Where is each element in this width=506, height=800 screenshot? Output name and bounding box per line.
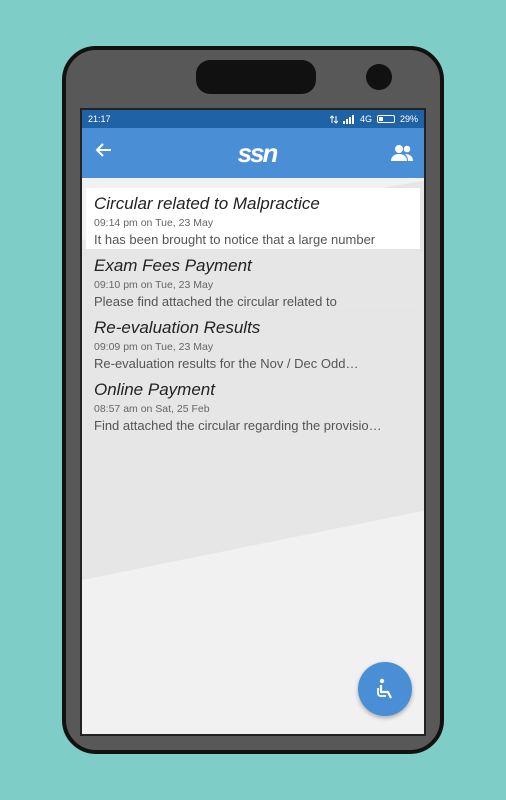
notice-time: 09:14 pm on Tue, 23 May	[94, 217, 214, 229]
camera	[366, 64, 392, 90]
notice-title: Circular related to Malpractice	[94, 194, 320, 213]
accessibility-icon	[377, 678, 392, 699]
app-bar: ssn	[82, 128, 424, 178]
notice-card[interactable]: Exam Fees Payment 09:10 pm on Tue, 23 Ma…	[86, 250, 420, 312]
notice-preview: Find attached the circular regarding the…	[94, 418, 382, 433]
status-time: 21:17	[88, 114, 111, 124]
notice-preview: Re-evaluation results for the Nov / Dec …	[94, 356, 359, 371]
status-bar: 21:17 4G 29%	[82, 110, 424, 128]
notice-title: Exam Fees Payment	[94, 256, 252, 275]
signal-icon	[342, 114, 354, 124]
app-logo: ssn	[237, 137, 279, 168]
notice-title: Online Payment	[94, 380, 215, 399]
battery-fill	[378, 117, 384, 121]
speaker	[196, 60, 316, 94]
phone-frame: 21:17 4G 29% ssn Circular related to Mal…	[62, 46, 444, 754]
arrow-left-icon	[95, 143, 111, 157]
accessibility-fab[interactable]	[358, 662, 412, 716]
network-label: 4G	[359, 114, 372, 124]
screen: 21:17 4G 29% ssn Circular related to Mal…	[80, 108, 426, 736]
notice-card[interactable]: Online Payment 08:57 am on Sat, 25 Feb F…	[86, 374, 420, 436]
notice-time: 09:10 pm on Tue, 23 May	[94, 279, 214, 291]
people-button[interactable]	[390, 144, 414, 162]
people-icon	[391, 145, 413, 161]
notice-title: Re-evaluation Results	[94, 318, 261, 337]
back-button[interactable]	[94, 140, 124, 166]
status-indicators: 4G 29%	[329, 114, 418, 124]
data-arrows-icon	[329, 114, 338, 124]
battery-percent: 29%	[399, 114, 418, 124]
battery-icon	[376, 115, 395, 123]
notice-time: 08:57 am on Sat, 25 Feb	[94, 403, 210, 415]
notice-time: 09:09 pm on Tue, 23 May	[94, 341, 214, 353]
notice-preview: It has been brought to notice that a lar…	[94, 232, 376, 247]
notice-card[interactable]: Re-evaluation Results 09:09 pm on Tue, 2…	[86, 312, 420, 374]
notice-list: Circular related to Malpractice 09:14 pm…	[86, 188, 420, 436]
notice-card[interactable]: Circular related to Malpractice 09:14 pm…	[86, 188, 420, 250]
notice-preview: Please find attached the circular relate…	[94, 294, 337, 309]
